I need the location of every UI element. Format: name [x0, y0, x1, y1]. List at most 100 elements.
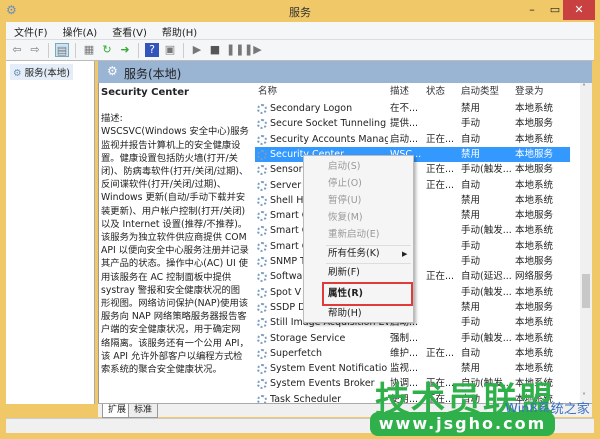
- menu-help[interactable]: 帮助(H): [154, 22, 204, 39]
- column-name[interactable]: 名称: [258, 83, 376, 101]
- service-startup-type: 自动: [461, 179, 481, 191]
- submenu-arrow-icon: ▶: [402, 250, 408, 258]
- service-log-on-as: 本地系统: [515, 225, 554, 237]
- description-text: WSCSVC(Windows 安全中心)服务监视并报告计算机上的安全健康设置。健…: [101, 126, 249, 376]
- service-name: Security Center: [101, 87, 189, 98]
- service-name: System Events Broker: [270, 378, 375, 390]
- column-startup-type[interactable]: 启动类型: [461, 83, 514, 101]
- column-description[interactable]: 描述: [390, 83, 424, 101]
- column-log-on-as[interactable]: 登录为: [515, 83, 570, 101]
- service-name: Secondary Logon: [270, 103, 353, 114]
- tree-item-services-local[interactable]: ⚙ 服务(本地): [10, 64, 73, 80]
- service-gear-icon: [257, 241, 267, 252]
- column-status[interactable]: 状态: [426, 83, 460, 101]
- close-button[interactable]: ✕: [563, 0, 595, 20]
- properties-icon[interactable]: ▦: [82, 43, 96, 57]
- scrollbar-thumb[interactable]: [582, 274, 590, 308]
- menu-item-help[interactable]: 帮助(H): [304, 305, 413, 322]
- service-row[interactable]: Secondary Logon 在不... 禁用 本地系统: [255, 101, 580, 116]
- menu-item-restart[interactable]: 重新启动(E): [304, 226, 413, 243]
- tab-standard[interactable]: 标准: [128, 404, 159, 418]
- pane-header-title: 服务(本地): [124, 67, 182, 81]
- title-bar: ⚙ 服务 – ▭ ✕: [0, 0, 600, 22]
- restart-service-icon[interactable]: ❚▶: [244, 43, 262, 57]
- show-console-tree-icon[interactable]: ▤: [55, 43, 69, 57]
- forward-icon[interactable]: ⇨: [28, 43, 42, 57]
- service-status: 正在...: [426, 347, 455, 359]
- column-header-row: 名称 描述 状态 启动类型 登录为: [255, 83, 580, 101]
- show-action-pane-icon[interactable]: ▣: [163, 43, 177, 57]
- menu-file[interactable]: 文件(F): [6, 22, 55, 39]
- service-startup-type: 禁用: [461, 301, 481, 313]
- service-startup-type: 自动: [461, 133, 481, 145]
- minimize-button[interactable]: –: [522, 0, 542, 20]
- service-gear-icon: [257, 165, 267, 176]
- service-startup-type: 手动: [461, 240, 481, 252]
- menu-item-all-tasks[interactable]: 所有任务(K): [304, 245, 413, 262]
- service-gear-icon: [257, 302, 267, 313]
- menu-item-pause[interactable]: 暂停(U): [304, 192, 413, 209]
- service-gear-icon: [257, 287, 267, 298]
- service-gear-icon: [257, 195, 267, 206]
- menu-item-stop[interactable]: 停止(O): [304, 175, 413, 192]
- menu-view[interactable]: 查看(V): [104, 22, 154, 39]
- properties-highlight-box: [322, 282, 413, 306]
- menu-bar: 文件(F) 操作(A) 查看(V) 帮助(H): [6, 22, 594, 40]
- service-log-on-as: 本地系统: [515, 317, 554, 329]
- description-label: 描述:: [101, 113, 123, 125]
- service-status: 正在...: [426, 271, 455, 283]
- menu-action[interactable]: 操作(A): [55, 22, 105, 39]
- service-row[interactable]: Security Accounts Manag... 启动... 正在... 自动 本地…: [255, 132, 580, 147]
- service-name: System Event Notification...: [270, 363, 388, 375]
- service-row[interactable]: Storage Service 强制... 手动(触发... 本地系统: [255, 331, 580, 346]
- service-startup-type: 手动(触发...: [461, 286, 512, 298]
- window-title: 服务: [289, 6, 311, 19]
- toolbar: ⇦ ⇨ ▤ ▦ ↻ ➜ ? ▣ ▶ ■ ❚❚ ❚▶: [6, 40, 594, 61]
- service-row[interactable]: Secure Socket Tunneling ... 提供... 手动 本地服务: [255, 116, 580, 131]
- service-name: Security Accounts Manag...: [270, 133, 388, 145]
- service-log-on-as: 本地服务: [515, 148, 554, 160]
- stop-service-icon[interactable]: ■: [208, 43, 222, 57]
- service-startup-type: 自动: [461, 347, 481, 359]
- start-service-icon[interactable]: ▶: [190, 43, 204, 57]
- maximize-button[interactable]: ▭: [545, 0, 565, 20]
- service-gear-icon: [257, 364, 267, 375]
- service-log-on-as: 本地系统: [515, 347, 554, 359]
- service-status: 正在...: [426, 164, 455, 176]
- service-description: 在不...: [390, 103, 419, 114]
- service-gear-icon: [257, 104, 267, 114]
- service-log-on-as: 本地服务: [515, 301, 554, 313]
- service-startup-type: 手动: [461, 118, 481, 130]
- service-row[interactable]: Superfetch 维护... 正在... 自动 本地系统: [255, 346, 580, 361]
- pause-service-icon[interactable]: ❚❚: [226, 43, 244, 57]
- back-icon[interactable]: ⇦: [10, 43, 24, 57]
- service-gear-icon: [257, 226, 267, 237]
- refresh-icon[interactable]: ↻: [100, 43, 114, 57]
- menu-item-refresh[interactable]: 刷新(F): [304, 264, 413, 281]
- pane-header: ⚙ 服务(本地): [98, 61, 592, 83]
- service-name: Superfetch: [270, 347, 322, 359]
- service-description: 维护...: [390, 347, 419, 359]
- service-log-on-as: 本地系统: [515, 179, 554, 191]
- help-icon[interactable]: ?: [145, 43, 159, 57]
- service-log-on-as: 本地服务: [515, 164, 554, 176]
- service-description-panel: Security Center 描述: WSCSVC(Windows 安全中心)…: [101, 86, 249, 401]
- service-description: 提供...: [390, 118, 419, 130]
- menu-item-start[interactable]: 启动(S): [304, 158, 413, 175]
- service-log-on-as: 本地系统: [515, 133, 554, 145]
- service-name: Storage Service: [270, 332, 346, 344]
- tree-item-label: 服务(本地): [24, 68, 70, 79]
- service-gear-icon: [257, 379, 267, 390]
- service-startup-type: 禁用: [461, 194, 481, 206]
- service-description: 启动...: [390, 133, 419, 145]
- service-log-on-as: 本地系统: [515, 103, 554, 114]
- service-startup-type: 禁用: [461, 103, 481, 114]
- export-list-icon[interactable]: ➜: [118, 43, 132, 57]
- menu-item-resume[interactable]: 恢复(M): [304, 209, 413, 226]
- service-startup-type: 禁用: [461, 210, 481, 222]
- service-description: 强制...: [390, 332, 419, 344]
- vertical-scrollbar[interactable]: ˄ ˅: [580, 83, 592, 403]
- scroll-up-icon[interactable]: ˄: [582, 83, 586, 92]
- toolbar-divider: [48, 42, 49, 58]
- service-name: Secure Socket Tunneling ...: [270, 118, 388, 130]
